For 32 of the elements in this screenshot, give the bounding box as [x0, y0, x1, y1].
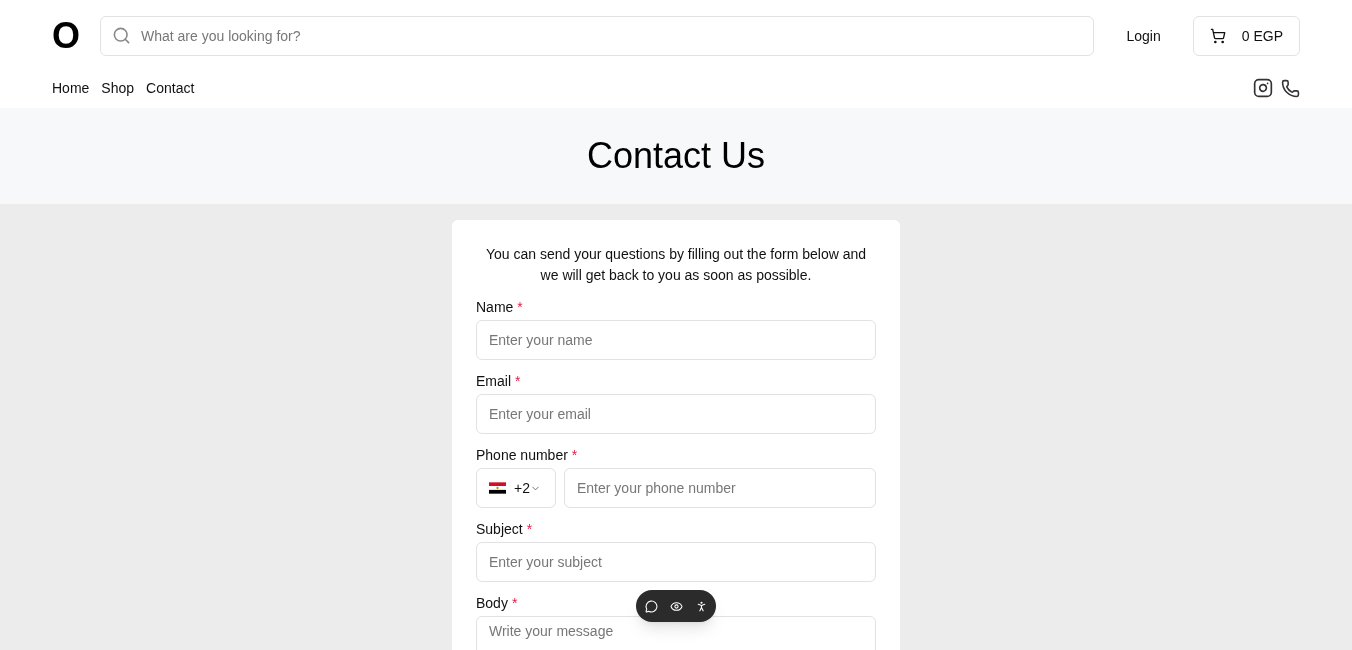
phone-icon[interactable]: [1281, 78, 1300, 98]
required-mark: *: [515, 372, 521, 391]
eye-icon[interactable]: [669, 599, 683, 613]
text-field[interactable]: Enter your subject: [476, 542, 876, 582]
message-field[interactable]: Write your message: [476, 616, 876, 650]
nav-link[interactable]: Home: [52, 78, 90, 98]
field-label: Subject: [476, 520, 523, 539]
field-label: Name: [476, 298, 514, 317]
required-mark: *: [526, 520, 533, 539]
field-label: Phone number: [476, 446, 568, 465]
login-link[interactable]: Login: [1114, 26, 1173, 46]
required-mark: *: [517, 298, 523, 317]
text-field[interactable]: Enter your name: [476, 320, 876, 360]
cart-icon: [1209, 28, 1226, 44]
country-code-select[interactable]: +2: [476, 468, 556, 508]
text-field[interactable]: Enter your email: [476, 394, 876, 434]
nav-link[interactable]: Shop: [101, 78, 135, 98]
logo[interactable]: O: [52, 18, 80, 54]
field-label: Body: [476, 594, 508, 613]
chat-icon[interactable]: [644, 599, 658, 613]
nav-link[interactable]: Contact: [146, 78, 195, 98]
page-title: Contact Us: [586, 134, 766, 178]
required-mark: *: [571, 446, 578, 465]
instagram-icon[interactable]: [1253, 78, 1273, 98]
egypt-flag-icon: [489, 482, 506, 494]
cart-button[interactable]: 0 EGP: [1192, 16, 1300, 56]
field-label: Email: [476, 372, 511, 391]
required-mark: *: [511, 594, 518, 613]
search-field[interactable]: What are you looking for?: [100, 16, 1095, 56]
intro-text: You can send your questions by filling out the form below and we will get back to you as soon as possible.: [484, 245, 868, 285]
search-icon: [112, 26, 131, 45]
phone-field[interactable]: Enter your phone number: [564, 468, 876, 508]
